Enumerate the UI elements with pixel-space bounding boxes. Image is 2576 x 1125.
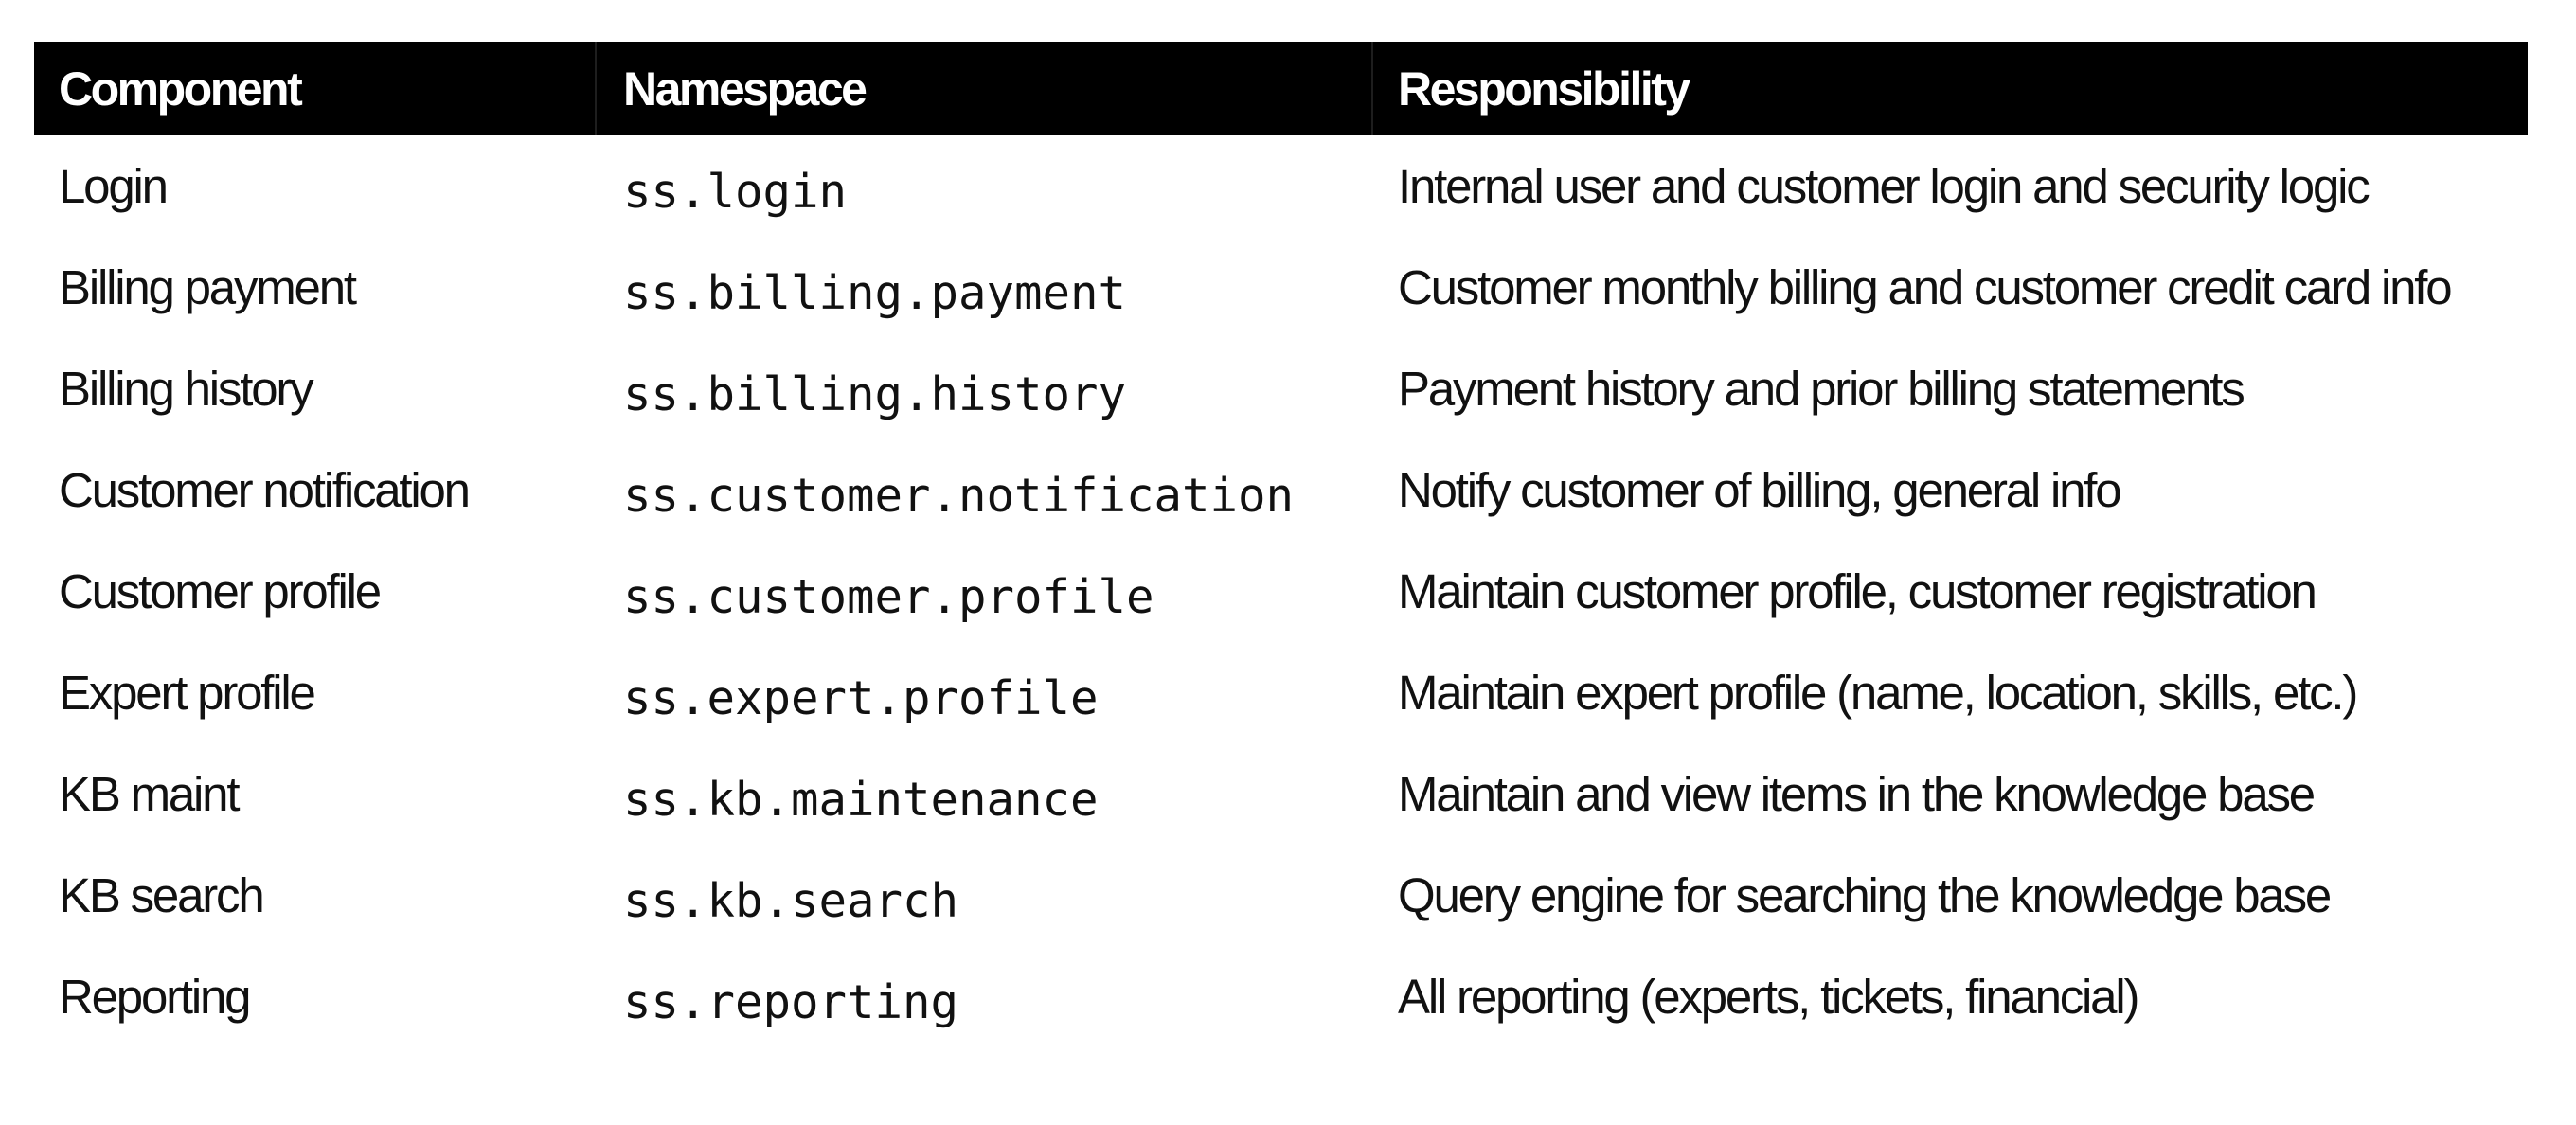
- table-row: Billing history ss.billing.history Payme…: [34, 338, 2528, 439]
- component-cell: Expert profile: [59, 666, 316, 720]
- responsibility-cell: All reporting (experts, tickets, financi…: [1398, 970, 2139, 1024]
- table-row: Billing payment ss.billing.payment Custo…: [34, 237, 2528, 338]
- namespace-cell: ss.login: [623, 165, 848, 219]
- namespace-cell: ss.kb.search: [623, 874, 959, 928]
- component-cell: KB search: [59, 868, 265, 922]
- component-cell: Login: [59, 159, 169, 213]
- responsibility-cell: Maintain customer profile, customer regi…: [1398, 564, 2317, 618]
- header-responsibility: Responsibility: [1398, 62, 1690, 116]
- component-cell: Billing payment: [59, 260, 357, 314]
- table-row: Customer profile ss.customer.profile Mai…: [34, 541, 2528, 642]
- table-header: Component Namespace Responsibility: [34, 42, 2528, 135]
- component-cell: Billing history: [59, 362, 314, 416]
- namespace-cell: ss.kb.maintenance: [623, 773, 1099, 827]
- components-table: Component Namespace Responsibility Login…: [34, 42, 2528, 1047]
- namespace-cell: ss.customer.profile: [623, 570, 1154, 624]
- namespace-cell: ss.billing.history: [623, 367, 1127, 421]
- header-namespace: Namespace: [597, 42, 1373, 135]
- responsibility-cell: Internal user and customer login and sec…: [1398, 159, 2370, 213]
- component-cell: Reporting: [59, 970, 252, 1024]
- component-cell: Customer profile: [59, 564, 382, 618]
- responsibility-cell: Payment history and prior billing statem…: [1398, 362, 2245, 416]
- table-row: KB maint ss.kb.maintenance Maintain and …: [34, 743, 2528, 845]
- namespace-cell: ss.reporting: [623, 975, 959, 1029]
- table-row: Expert profile ss.expert.profile Maintai…: [34, 642, 2528, 743]
- namespace-cell: ss.customer.notification: [623, 469, 1295, 523]
- table-row: Reporting ss.reporting All reporting (ex…: [34, 946, 2528, 1047]
- responsibility-cell: Maintain expert profile (name, location,…: [1398, 666, 2358, 720]
- header-component: Component: [34, 42, 597, 135]
- table-row: Customer notification ss.customer.notifi…: [34, 439, 2528, 541]
- table-row: Login ss.login Internal user and custome…: [34, 135, 2528, 237]
- component-cell: KB maint: [59, 767, 241, 821]
- responsibility-cell: Notify customer of billing, general info: [1398, 463, 2122, 517]
- namespace-cell: ss.billing.payment: [623, 266, 1127, 320]
- responsibility-cell: Customer monthly billing and customer cr…: [1398, 260, 2453, 314]
- table-row: KB search ss.kb.search Query engine for …: [34, 845, 2528, 946]
- component-cell: Customer notification: [59, 463, 471, 517]
- namespace-cell: ss.expert.profile: [623, 671, 1099, 725]
- responsibility-cell: Query engine for searching the knowledge…: [1398, 868, 2332, 922]
- responsibility-cell: Maintain and view items in the knowledge…: [1398, 767, 2316, 821]
